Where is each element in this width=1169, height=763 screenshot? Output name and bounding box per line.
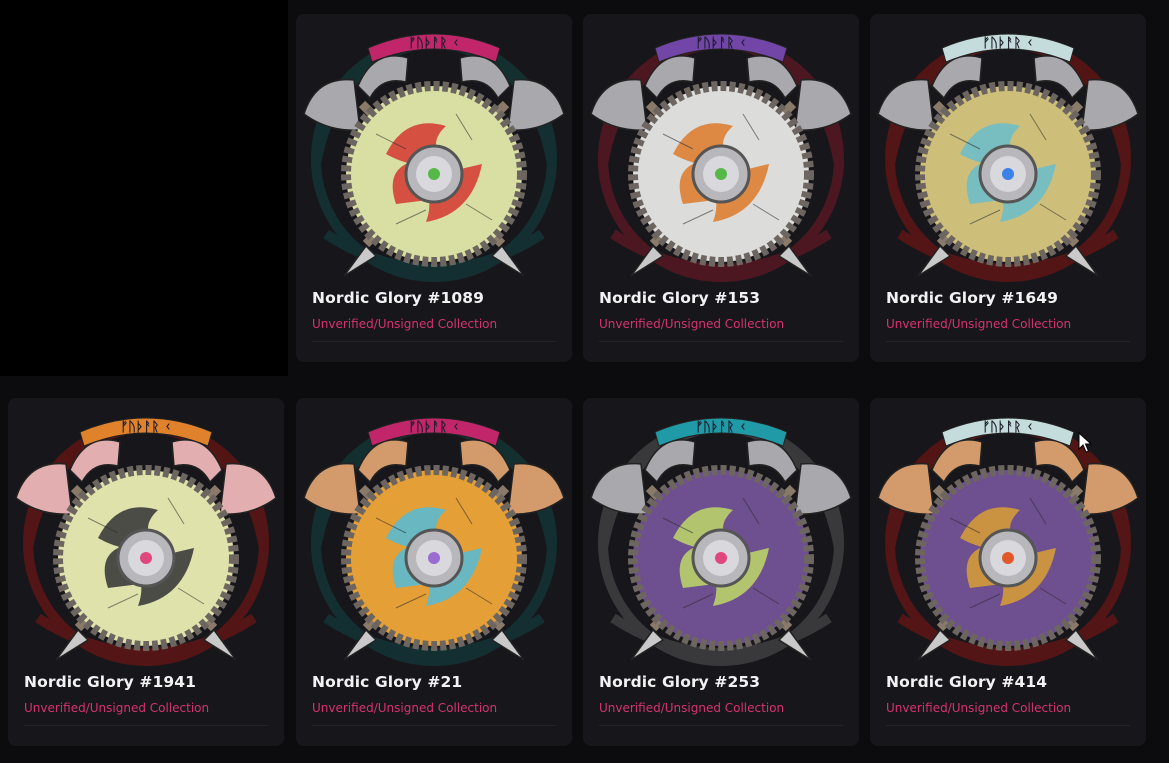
nft-title: Nordic Glory #1089: [312, 289, 485, 307]
collection-status-label[interactable]: Unverified/Unsigned Collection: [599, 317, 784, 331]
nft-title: Nordic Glory #253: [599, 673, 761, 691]
nft-title: Nordic Glory #1649: [886, 289, 1059, 307]
collection-status-label[interactable]: Unverified/Unsigned Collection: [312, 701, 497, 715]
svg-text:ᚠᚢᚦᚨᚱ ᚲ: ᚠᚢᚦᚨᚱ ᚲ: [120, 420, 171, 435]
svg-text:ᚠᚢᚦᚨᚱ ᚲ: ᚠᚢᚦᚨᚱ ᚲ: [695, 36, 746, 51]
svg-text:ᚠᚢᚦᚨᚱ ᚲ: ᚠᚢᚦᚨᚱ ᚲ: [408, 420, 459, 435]
collection-status-label[interactable]: Unverified/Unsigned Collection: [24, 701, 209, 715]
nft-artwork: ᚠᚢᚦᚨᚱ ᚲ: [870, 14, 1146, 284]
nft-artwork: ᚠᚢᚦᚨᚱ ᚲ: [8, 398, 284, 668]
nft-card[interactable]: ᚠᚢᚦᚨᚱ ᚲ Nordic Glory #414 Unverified/Uns…: [870, 398, 1146, 746]
card-divider: [24, 725, 268, 726]
svg-text:ᚠᚢᚦᚨᚱ ᚲ: ᚠᚢᚦᚨᚱ ᚲ: [695, 420, 746, 435]
collection-status-label[interactable]: Unverified/Unsigned Collection: [312, 317, 497, 331]
nft-artwork: ᚠᚢᚦᚨᚱ ᚲ: [870, 398, 1146, 668]
card-divider: [312, 341, 556, 342]
nft-title: Nordic Glory #1941: [24, 673, 197, 691]
collection-status-label[interactable]: Unverified/Unsigned Collection: [886, 317, 1071, 331]
nft-card[interactable]: ᚠᚢᚦᚨᚱ ᚲ Nordic Glory #253 Unverified/Uns…: [583, 398, 859, 746]
nft-card[interactable]: ᚠᚢᚦᚨᚱ ᚲ Nordic Glory #153 Unverified/Uns…: [583, 14, 859, 362]
card-divider: [886, 341, 1130, 342]
nft-artwork: ᚠᚢᚦᚨᚱ ᚲ: [296, 14, 572, 284]
nft-card[interactable]: ᚠᚢᚦᚨᚱ ᚲ Nordic Glory #1089 Unverified/Un…: [296, 14, 572, 362]
card-divider: [312, 725, 556, 726]
nft-artwork: ᚠᚢᚦᚨᚱ ᚲ: [583, 14, 859, 284]
card-divider: [599, 725, 843, 726]
svg-text:ᚠᚢᚦᚨᚱ ᚲ: ᚠᚢᚦᚨᚱ ᚲ: [408, 36, 459, 51]
nft-title: Nordic Glory #153: [599, 289, 761, 307]
mouse-pointer-icon: [1078, 431, 1093, 458]
nft-card[interactable]: ᚠᚢᚦᚨᚱ ᚲ Nordic Glory #1649 Unverified/Un…: [870, 14, 1146, 362]
card-divider: [599, 341, 843, 342]
collection-status-label[interactable]: Unverified/Unsigned Collection: [599, 701, 784, 715]
collection-status-label[interactable]: Unverified/Unsigned Collection: [886, 701, 1071, 715]
card-divider: [886, 725, 1130, 726]
nft-artwork: ᚠᚢᚦᚨᚱ ᚲ: [583, 398, 859, 668]
nft-card[interactable]: ᚠᚢᚦᚨᚱ ᚲ Nordic Glory #21 Unverified/Unsi…: [296, 398, 572, 746]
nft-artwork: ᚠᚢᚦᚨᚱ ᚲ: [296, 398, 572, 668]
nft-title: Nordic Glory #414: [886, 673, 1048, 691]
svg-text:ᚠᚢᚦᚨᚱ ᚲ: ᚠᚢᚦᚨᚱ ᚲ: [982, 420, 1033, 435]
nft-card[interactable]: ᚠᚢᚦᚨᚱ ᚲ Nordic Glory #1941 Unverified/Un…: [8, 398, 284, 746]
nft-title: Nordic Glory #21: [312, 673, 463, 691]
empty-black-panel: [0, 0, 288, 376]
svg-text:ᚠᚢᚦᚨᚱ ᚲ: ᚠᚢᚦᚨᚱ ᚲ: [982, 36, 1033, 51]
